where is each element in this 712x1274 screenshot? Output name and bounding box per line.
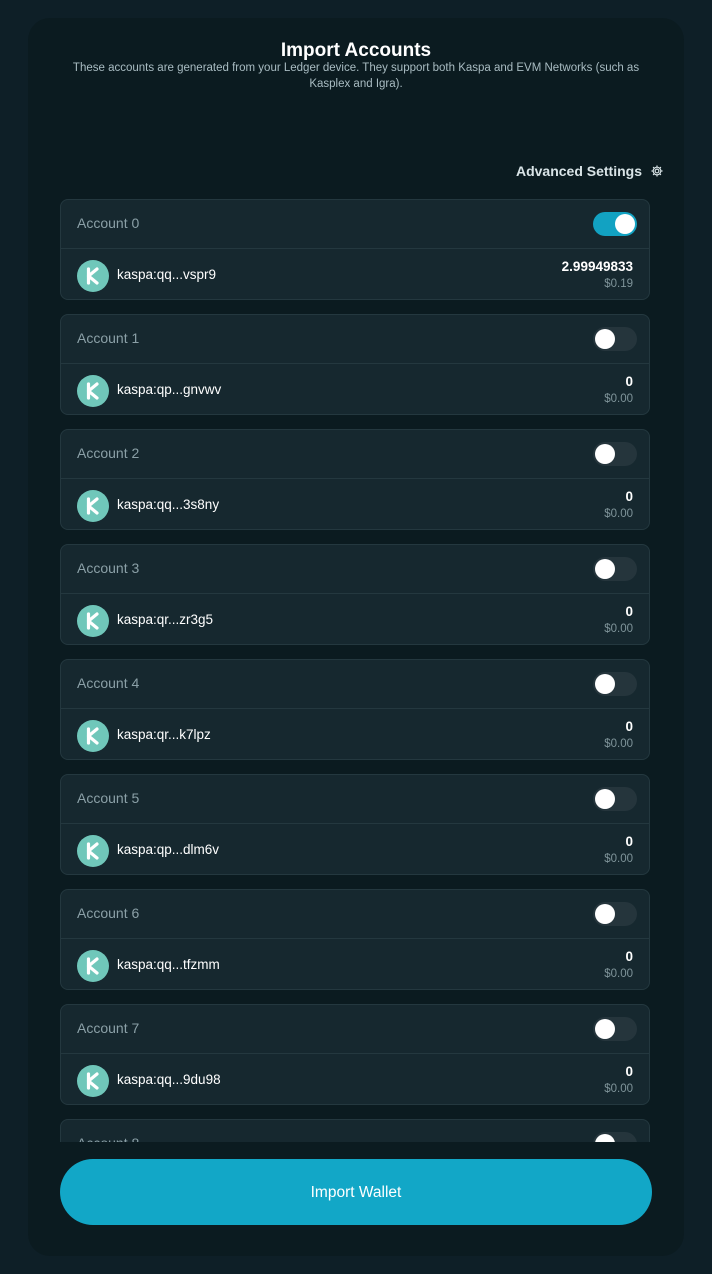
page-title: Import Accounts <box>280 40 432 61</box>
account-card-header: Account 1 <box>61 315 649 364</box>
toggle-knob <box>615 214 635 234</box>
account-toggle[interactable] <box>593 672 637 696</box>
account-card[interactable]: Account 2 kaspa:qq...3s8ny 0 $0.00 <box>60 429 650 530</box>
account-usd-value: $0.00 <box>604 393 633 405</box>
kaspa-logo-icon <box>77 950 109 982</box>
kaspa-logo-icon <box>77 490 109 522</box>
kaspa-logo-icon <box>77 835 109 867</box>
advanced-settings-button[interactable]: Advanced Settings <box>516 163 664 179</box>
account-address: kaspa:qq...tfzmm <box>117 957 220 972</box>
account-card-body: kaspa:qr...zr3g5 0 $0.00 <box>61 594 649 646</box>
toggle-knob <box>595 674 615 694</box>
account-address: kaspa:qq...3s8ny <box>117 497 220 512</box>
account-toggle[interactable] <box>593 557 637 581</box>
account-balance: 0 <box>625 834 633 849</box>
account-name: Account 1 <box>77 330 140 346</box>
import-wallet-button[interactable]: Import Wallet <box>60 1159 652 1225</box>
account-address: kaspa:qr...zr3g5 <box>117 612 214 627</box>
account-card-header: Account 2 <box>61 430 649 479</box>
account-card-header: Account 6 <box>61 890 649 939</box>
account-balance: 2.99949833 <box>561 259 633 274</box>
account-toggle[interactable] <box>593 212 637 236</box>
account-usd-value: $0.00 <box>604 968 633 980</box>
account-card-header: Account 5 <box>61 775 649 824</box>
account-card[interactable]: Account 4 kaspa:qr...k7lpz 0 $0.00 <box>60 659 650 760</box>
account-card-header: Account 7 <box>61 1005 649 1054</box>
account-balance: 0 <box>625 489 633 504</box>
account-toggle[interactable] <box>593 442 637 466</box>
account-usd-value: $0.19 <box>604 278 633 290</box>
account-name: Account 4 <box>77 675 140 691</box>
toggle-knob <box>595 789 615 809</box>
account-card-body: kaspa:qq...9du98 0 $0.00 <box>61 1054 649 1106</box>
kaspa-logo-icon <box>77 605 109 637</box>
account-card-body: kaspa:qp...dlm6v 0 $0.00 <box>61 824 649 876</box>
account-name: Account 7 <box>77 1020 140 1036</box>
account-toggle[interactable] <box>593 1017 637 1041</box>
page-subtitle: These accounts are generated from your L… <box>72 62 640 90</box>
account-card[interactable]: Account 7 kaspa:qq...9du98 0 $0.00 <box>60 1004 650 1105</box>
account-address: kaspa:qq...9du98 <box>117 1072 221 1087</box>
kaspa-logo-icon <box>77 375 109 407</box>
account-name: Account 8 <box>77 1135 139 1142</box>
account-address: kaspa:qq...vspr9 <box>117 267 217 282</box>
account-card-header: Account 8 <box>61 1120 649 1142</box>
toggle-knob <box>595 904 615 924</box>
account-name: Account 0 <box>77 215 140 231</box>
accounts-list[interactable]: Account 0 kaspa:qq...vspr9 2.99949833 $0.19… <box>60 199 652 1142</box>
account-card[interactable]: Account 5 kaspa:qp...dlm6v 0 $0.00 <box>60 774 650 875</box>
account-balance: 0 <box>625 1064 633 1079</box>
account-card-header: Account 0 <box>61 200 649 249</box>
account-card[interactable]: Account 3 kaspa:qr...zr3g5 0 $0.00 <box>60 544 650 645</box>
toggle-knob <box>595 329 615 349</box>
account-name: Account 2 <box>77 445 140 461</box>
account-balance: 0 <box>625 604 633 619</box>
kaspa-logo-icon <box>77 1065 109 1097</box>
account-address: kaspa:qr...k7lpz <box>117 727 211 742</box>
toggle-knob <box>595 1134 615 1142</box>
kaspa-logo-icon <box>77 720 109 752</box>
account-address: kaspa:qp...dlm6v <box>117 842 220 857</box>
account-toggle[interactable] <box>593 1132 637 1142</box>
account-name: Account 3 <box>77 560 140 576</box>
account-card-header: Account 4 <box>61 660 649 709</box>
account-balance: 0 <box>625 374 633 389</box>
account-card-body: kaspa:qq...tfzmm 0 $0.00 <box>61 939 649 991</box>
account-card[interactable]: Account 8 <box>60 1119 650 1142</box>
account-name: Account 6 <box>77 905 140 921</box>
account-address: kaspa:qp...gnvwv <box>117 382 222 397</box>
account-usd-value: $0.00 <box>604 508 633 520</box>
account-card-body: kaspa:qq...3s8ny 0 $0.00 <box>61 479 649 531</box>
gear-icon <box>650 164 664 178</box>
account-toggle[interactable] <box>593 327 637 351</box>
account-card[interactable]: Account 6 kaspa:qq...tfzmm 0 $0.00 <box>60 889 650 990</box>
toggle-knob <box>595 559 615 579</box>
advanced-settings-label: Advanced Settings <box>515 163 642 179</box>
account-card-body: kaspa:qr...k7lpz 0 $0.00 <box>61 709 649 761</box>
account-toggle[interactable] <box>593 902 637 926</box>
kaspa-logo-icon <box>77 260 109 292</box>
account-balance: 0 <box>625 949 633 964</box>
account-usd-value: $0.00 <box>604 738 633 750</box>
account-usd-value: $0.00 <box>604 623 633 635</box>
account-card[interactable]: Account 1 kaspa:qp...gnvwv 0 $0.00 <box>60 314 650 415</box>
toggle-knob <box>595 1019 615 1039</box>
account-card-header: Account 3 <box>61 545 649 594</box>
toggle-knob <box>595 444 615 464</box>
account-card[interactable]: Account 0 kaspa:qq...vspr9 2.99949833 $0.19 <box>60 199 650 300</box>
account-card-body: kaspa:qp...gnvwv 0 $0.00 <box>61 364 649 416</box>
account-toggle[interactable] <box>593 787 637 811</box>
account-name: Account 5 <box>77 790 140 806</box>
account-card-body: kaspa:qq...vspr9 2.99949833 $0.19 <box>61 249 649 301</box>
account-balance: 0 <box>625 719 633 734</box>
account-usd-value: $0.00 <box>604 1083 633 1095</box>
account-usd-value: $0.00 <box>604 853 633 865</box>
